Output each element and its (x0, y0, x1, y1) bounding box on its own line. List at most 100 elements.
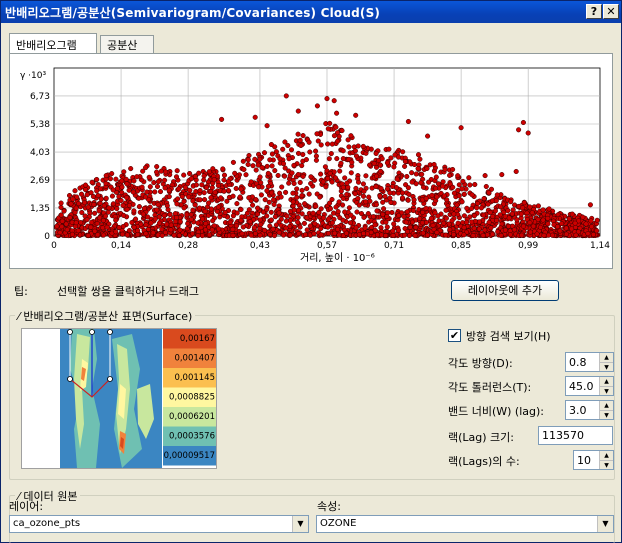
scatter-point[interactable] (157, 189, 164, 195)
scatter-point[interactable] (399, 190, 406, 196)
scatter-point[interactable] (88, 224, 94, 230)
scatter-point[interactable] (215, 204, 221, 210)
scatter-point[interactable] (246, 207, 252, 213)
scatter-point[interactable] (286, 180, 292, 186)
scatter-point[interactable] (476, 219, 483, 225)
lag-size-input[interactable]: 113570 (538, 426, 613, 445)
scatter-point[interactable] (333, 204, 339, 210)
scatter-point[interactable] (284, 213, 290, 219)
scatter-point[interactable] (295, 108, 301, 114)
scatter-point[interactable] (555, 224, 561, 230)
scatter-point[interactable] (382, 193, 388, 199)
scatter-point[interactable] (225, 187, 231, 194)
scatter-point[interactable] (329, 220, 335, 226)
scatter-point[interactable] (190, 207, 196, 213)
scatter-point[interactable] (329, 141, 335, 147)
scatter-point[interactable] (423, 205, 429, 211)
scatter-point[interactable] (337, 215, 343, 221)
scatter-point[interactable] (257, 217, 263, 223)
scatter-point[interactable] (126, 202, 132, 208)
scatter-point[interactable] (276, 210, 282, 216)
scatter-point[interactable] (104, 224, 110, 230)
scatter-point[interactable] (193, 188, 199, 195)
scatter-point[interactable] (335, 226, 341, 232)
scatter-point[interactable] (461, 225, 467, 231)
scatter-point[interactable] (363, 173, 369, 179)
scatter-point[interactable] (540, 207, 546, 213)
scatter-point[interactable] (94, 176, 100, 183)
scatter-point[interactable] (461, 232, 467, 238)
scatter-point[interactable] (557, 228, 563, 234)
scatter-point[interactable] (327, 206, 333, 212)
scatter-point[interactable] (506, 215, 512, 221)
scatter-point[interactable] (253, 167, 259, 173)
scatter-point[interactable] (288, 147, 295, 153)
scatter-point[interactable] (297, 224, 303, 230)
scatter-point[interactable] (243, 172, 249, 178)
scatter-point[interactable] (396, 212, 402, 218)
scatter-point[interactable] (174, 168, 180, 174)
scatter-point[interactable] (264, 213, 270, 219)
scatter-point[interactable] (433, 185, 439, 191)
scatter-point[interactable] (208, 195, 214, 201)
scatter-point[interactable] (419, 171, 425, 177)
scatter-point[interactable] (101, 232, 107, 238)
scatter-point[interactable] (261, 150, 268, 156)
scatter-point[interactable] (75, 228, 81, 234)
scatter-point[interactable] (295, 219, 301, 225)
scatter-point[interactable] (69, 231, 75, 237)
scatter-point[interactable] (318, 232, 324, 238)
scatter-point[interactable] (280, 146, 286, 152)
scatter-point[interactable] (297, 179, 303, 186)
scatter-point[interactable] (470, 232, 476, 239)
scatter-point[interactable] (423, 195, 429, 202)
scatter-point[interactable] (158, 168, 164, 174)
scatter-point[interactable] (140, 168, 146, 174)
scatter-point[interactable] (332, 230, 338, 236)
scatter-point[interactable] (459, 186, 465, 192)
scatter-point[interactable] (514, 217, 520, 223)
scatter-point[interactable] (177, 227, 183, 233)
scatter-point[interactable] (478, 205, 484, 211)
spin-up-icon[interactable]: ▲ (599, 401, 613, 410)
scatter-point[interactable] (283, 93, 289, 99)
scatter-point[interactable] (440, 179, 446, 185)
scatter-point[interactable] (159, 226, 165, 232)
scatter-point[interactable] (472, 181, 478, 188)
scatter-point[interactable] (121, 169, 127, 175)
scatter-point[interactable] (221, 172, 228, 178)
scatter-point[interactable] (573, 232, 579, 238)
scatter-point[interactable] (240, 224, 246, 230)
scatter-point[interactable] (348, 212, 354, 218)
scatter-point[interactable] (360, 143, 366, 149)
scatter-point[interactable] (507, 232, 513, 238)
scatter-point[interactable] (66, 192, 73, 199)
semivariogram-surface-map[interactable]: 0,00167 0,001407 0,001145 0,0008825 0,000620… (21, 328, 217, 469)
scatter-point[interactable] (417, 215, 423, 222)
scatter-point[interactable] (221, 177, 227, 183)
scatter-point[interactable] (409, 219, 416, 225)
scatter-point[interactable] (299, 193, 305, 199)
scatter-point[interactable] (455, 173, 461, 179)
scatter-point[interactable] (403, 219, 409, 225)
scatter-point[interactable] (224, 198, 230, 204)
scatter-point[interactable] (494, 192, 500, 198)
scatter-point[interactable] (425, 133, 431, 139)
scatter-point[interactable] (348, 133, 354, 139)
scatter-point[interactable] (525, 130, 531, 136)
scatter-point[interactable] (296, 231, 302, 237)
scatter-point[interactable] (113, 217, 119, 223)
scatter-point[interactable] (301, 220, 307, 226)
scatter-point[interactable] (264, 123, 270, 129)
scatter-point[interactable] (419, 220, 425, 226)
scatter-point[interactable] (429, 192, 435, 198)
scatter-point[interactable] (255, 205, 261, 211)
scatter-point[interactable] (451, 232, 457, 238)
scatter-point[interactable] (167, 211, 173, 218)
scatter-point[interactable] (54, 223, 60, 229)
scatter-point[interactable] (163, 169, 169, 175)
scatter-point[interactable] (186, 194, 192, 200)
scatter-point[interactable] (206, 200, 212, 206)
scatter-point[interactable] (148, 220, 154, 226)
scatter-point[interactable] (342, 209, 348, 215)
